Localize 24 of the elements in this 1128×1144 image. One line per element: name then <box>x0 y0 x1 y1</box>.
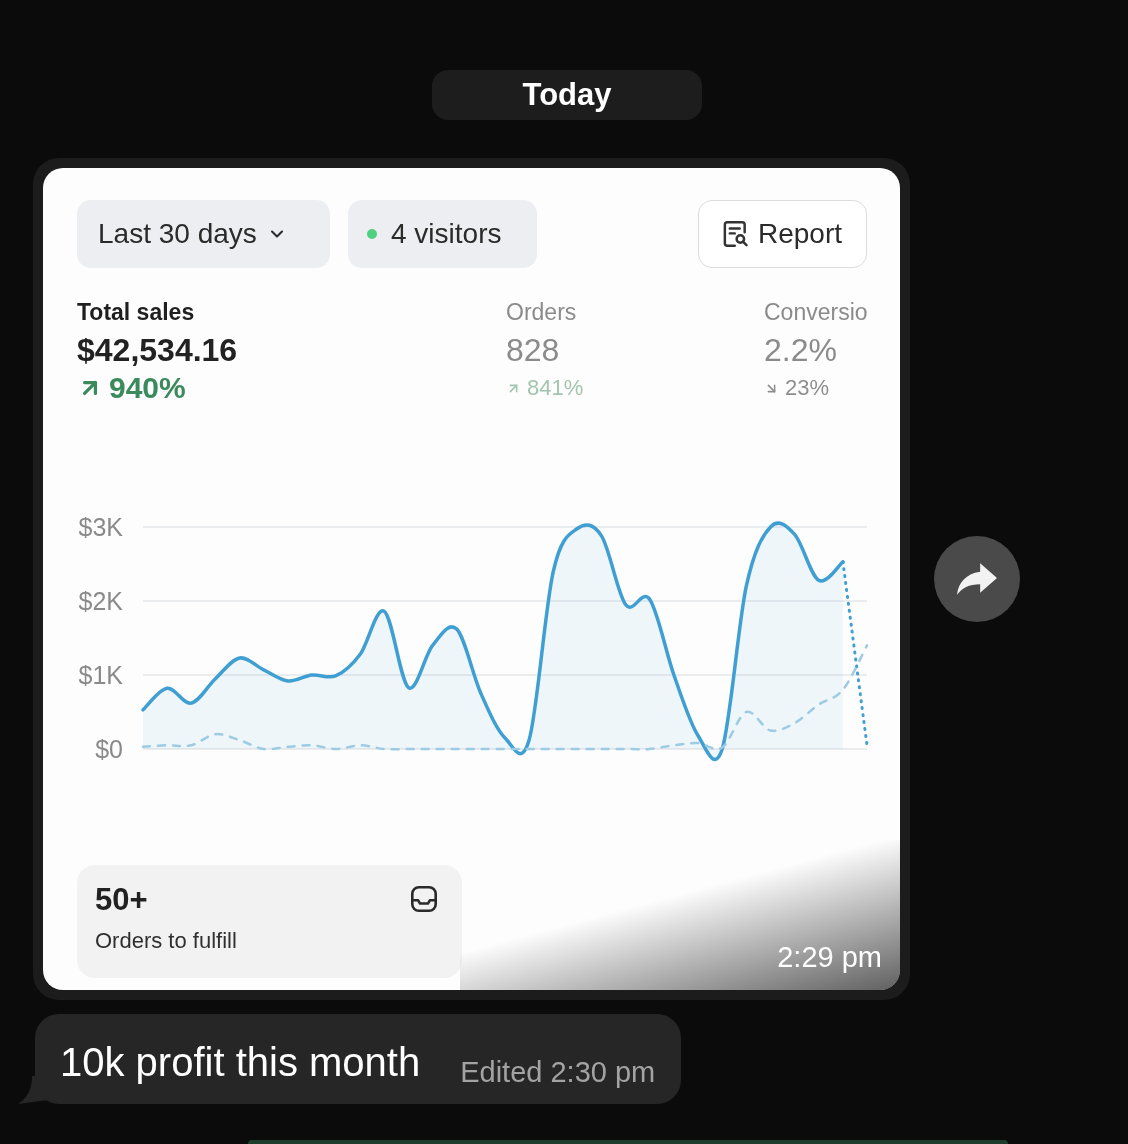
inbox-icon <box>411 886 437 912</box>
metric-change: 841% <box>527 374 584 402</box>
y-axis-label: $1K <box>78 661 123 689</box>
message-text: 10k profit this month <box>60 1039 421 1086</box>
forward-arrow-icon <box>957 562 997 596</box>
report-button[interactable]: Report <box>698 200 867 268</box>
image-timestamp: 2:29 pm <box>777 940 882 974</box>
y-axis-label: $0 <box>95 735 123 763</box>
document-search-icon <box>722 221 749 247</box>
y-axis-label: $3K <box>78 513 123 541</box>
date-divider: Today <box>432 70 702 120</box>
metric-label[interactable]: Total sales <box>77 297 195 327</box>
metric-value: 2.2% <box>764 331 837 370</box>
fulfillment-label: Orders to fulfill <box>95 927 237 955</box>
metric-change: 23% <box>785 374 830 402</box>
y-axis-label: $2K <box>78 587 123 615</box>
visitors-button[interactable]: 4 visitors <box>348 200 537 268</box>
fulfillment-count: 50+ <box>95 882 148 918</box>
fulfillment-card[interactable]: 50+ Orders to fulfill <box>77 865 462 978</box>
metric-change: 940% <box>109 373 186 403</box>
date-range-dropdown[interactable]: Last 30 days <box>77 200 330 268</box>
message-status: Edited 2:30 pm <box>460 1055 656 1090</box>
metric-value: $42,534.16 <box>77 331 238 370</box>
metric-value: 828 <box>506 331 560 370</box>
